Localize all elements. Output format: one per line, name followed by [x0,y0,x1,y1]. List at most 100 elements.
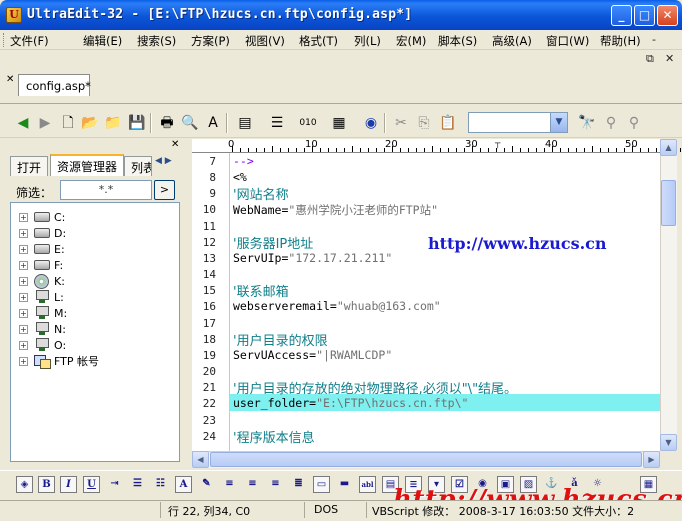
expand-icon[interactable]: + [19,324,28,334]
back-arrow-icon[interactable]: ◀ [14,114,32,132]
tab-open-files[interactable]: 打开 [10,156,49,176]
menu-file[interactable]: 文件(F) [10,33,49,49]
mdi-close-icon[interactable]: ✕ [665,52,674,65]
align-right-icon[interactable]: ≡ [267,476,284,493]
network-drive-icon [34,290,50,304]
tab-scroll-arrows-icon[interactable]: ◀ ▶ [155,156,172,166]
expand-icon[interactable]: + [19,260,28,270]
tree-item-e[interactable]: + E: [19,241,65,257]
expand-icon[interactable]: + [19,308,28,318]
print-preview-icon[interactable]: 🔍 [181,114,199,132]
title-bar[interactable]: U UltraEdit-32 - [E:\FTP\hzucs.cn.ftp\co… [0,0,682,30]
tab-list[interactable]: 列表 [124,156,152,176]
menu-overflow-icon[interactable]: - [652,33,656,46]
bold-icon[interactable]: B [38,476,55,493]
ruler-tick [600,148,601,152]
vertical-scroll-thumb[interactable] [661,180,676,226]
scroll-up-icon[interactable]: ▲ [660,139,677,156]
document-tab-strip [0,70,682,104]
ruler-tick [272,146,273,152]
menu-advanced[interactable]: 高级(A) [492,33,532,49]
ultraedit-app-icon[interactable]: U [6,7,22,23]
bullet-list-icon[interactable]: ☰ [129,476,146,493]
expand-icon[interactable]: + [19,356,28,366]
horizontal-rule-icon[interactable]: ▬ [336,476,353,493]
panel-close-icon[interactable]: ✕ [171,139,179,150]
paste-icon[interactable]: 📋 [439,114,457,132]
scroll-left-icon[interactable]: ◀ [192,451,209,468]
panel-splitter[interactable] [185,140,191,464]
italic-icon[interactable]: I [60,476,77,493]
tab-config-asp[interactable]: config.asp* [18,74,91,96]
tree-item-d[interactable]: + D: [19,225,66,241]
expand-icon[interactable]: + [19,244,28,254]
scroll-right-icon[interactable]: ▶ [643,451,660,468]
align-left-icon[interactable]: ≡ [221,476,238,493]
replace-icon[interactable]: ⚲ [625,114,643,132]
tree-item-ftp-account[interactable]: + FTP 帐号 [19,353,99,369]
menu-view[interactable]: 视图(V) [245,33,285,49]
find-icon[interactable]: 🔭 [578,114,596,132]
color-pen-icon[interactable]: ✎ [198,476,215,493]
tree-item-m[interactable]: + M: [19,305,67,321]
hex-mode-icon[interactable]: 010 [299,114,317,132]
expand-icon[interactable]: + [19,340,28,350]
forward-arrow-icon[interactable]: ▶ [36,114,54,132]
menu-window[interactable]: 窗口(W) [546,33,589,49]
expand-icon[interactable]: + [19,276,28,286]
open-folder-icon[interactable]: 📂 [81,114,99,132]
menu-help[interactable]: 帮助(H) [600,33,641,49]
menu-column[interactable]: 列(L) [354,33,381,49]
expand-icon[interactable]: + [19,228,28,238]
menu-macro[interactable]: 宏(M) [396,33,426,49]
copy-icon[interactable]: ⎘ [415,114,433,132]
menu-project[interactable]: 方案(P) [191,33,230,49]
expand-icon[interactable]: + [19,212,28,222]
line-number: 17 [202,317,216,330]
form-field-icon[interactable]: abl [359,476,376,493]
menu-format[interactable]: 格式(T) [299,33,338,49]
horizontal-scroll-thumb[interactable] [210,452,642,467]
document-icon[interactable]: ▤ [236,114,254,132]
tree-item-k[interactable]: + K: [19,273,65,289]
align-center-icon[interactable]: ≡ [244,476,261,493]
tree-item-f[interactable]: + F: [19,257,63,273]
maximize-button[interactable]: □ [634,5,655,26]
save-icon[interactable]: 💾 [128,114,146,132]
browser-icon[interactable]: ◉ [362,114,380,132]
justify-icon[interactable]: ≣ [290,476,307,493]
tab-close-icon[interactable]: ✕ [6,74,14,85]
spell-check-icon[interactable]: A [204,114,222,132]
font-icon[interactable]: A [175,476,192,493]
paragraph-icon[interactable]: ▭ [313,476,330,493]
tree-item-o[interactable]: + O: [19,337,66,353]
mdi-restore-icon[interactable]: ⧉ [646,52,654,66]
print-icon[interactable]: 🖶 [158,114,176,132]
close-button[interactable]: ✕ [657,5,678,26]
cut-icon[interactable]: ✂ [392,114,410,132]
tree-item-n[interactable]: + N: [19,321,66,337]
menu-script[interactable]: 脚本(S) [438,33,477,49]
search-combo-box[interactable]: ▼ [468,112,568,133]
html-tag-icon[interactable]: ◈ [16,476,33,493]
filter-apply-button[interactable]: > [154,180,175,200]
menu-edit[interactable]: 编辑(E) [83,33,122,49]
tab-explorer[interactable]: 资源管理器 [50,154,125,176]
properties-icon[interactable]: ▦ [330,114,348,132]
menu-search[interactable]: 搜索(S) [137,33,176,49]
underline-icon[interactable]: U [83,476,100,493]
minimize-button[interactable]: _ [611,5,632,26]
menu-grip[interactable] [3,33,6,47]
indent-icon[interactable]: ⇥ [106,476,123,493]
scroll-down-icon[interactable]: ▼ [660,434,677,451]
chevron-down-icon[interactable]: ▼ [550,113,567,132]
numbered-list-icon[interactable]: ☷ [152,476,169,493]
tree-item-c[interactable]: + C: [19,209,65,225]
tree-item-l[interactable]: + L: [19,289,64,305]
expand-icon[interactable]: + [19,292,28,302]
word-wrap-icon[interactable]: ☰ [268,114,286,132]
new-file-icon[interactable]: 🗋 [59,114,77,132]
open-recent-icon[interactable]: 📁 [104,114,122,132]
filter-input[interactable]: *.* [60,180,152,200]
find-next-icon[interactable]: ⚲ [602,114,620,132]
